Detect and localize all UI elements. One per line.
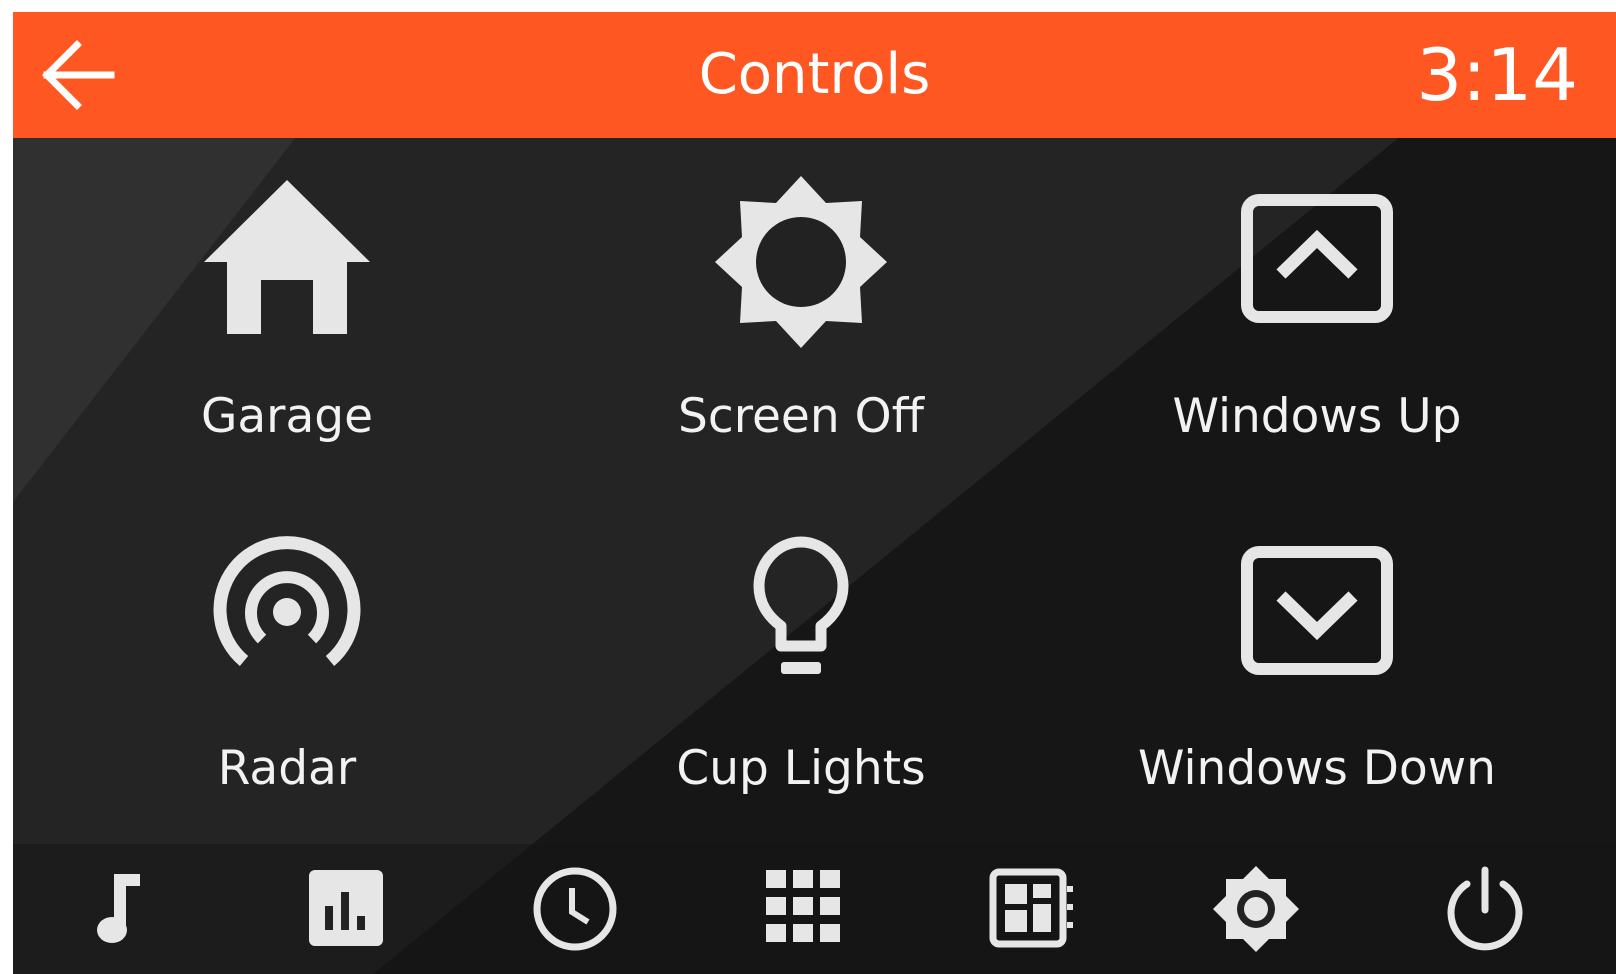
window-up-icon	[1241, 194, 1393, 323]
windows-up-button[interactable]: Windows Up	[1107, 144, 1527, 474]
nav-music-button[interactable]	[53, 844, 193, 974]
radar-button[interactable]: Radar	[77, 496, 497, 826]
lightbulb-icon	[753, 536, 849, 674]
nav-settings-button[interactable]	[1186, 844, 1326, 974]
app-screen: Controls 3:14 Garage Screen Off Windows …	[13, 12, 1616, 974]
window-down-icon	[1241, 546, 1393, 675]
screen-off-button[interactable]: Screen Off	[591, 144, 1011, 474]
windows-down-label: Windows Down	[1138, 741, 1496, 796]
windows-up-label: Windows Up	[1172, 389, 1462, 444]
dashboard-icon	[989, 868, 1073, 948]
cup-lights-label: Cup Lights	[676, 741, 926, 796]
brightness-icon	[715, 176, 887, 348]
nav-stats-button[interactable]	[276, 844, 416, 974]
radar-icon	[213, 536, 361, 666]
clock-icon	[533, 867, 617, 951]
clock-time: 3:14	[1416, 33, 1578, 117]
cup-lights-button[interactable]: Cup Lights	[591, 496, 1011, 826]
nav-clock-button[interactable]	[505, 844, 645, 974]
bar-chart-icon	[309, 870, 383, 946]
nav-power-button[interactable]	[1415, 844, 1555, 974]
music-note-icon	[97, 874, 140, 943]
home-icon	[204, 180, 370, 334]
power-icon	[1447, 866, 1523, 951]
screen-off-label: Screen Off	[678, 389, 924, 444]
windows-down-button[interactable]: Windows Down	[1107, 496, 1527, 826]
settings-icon	[1213, 866, 1299, 952]
nav-apps-button[interactable]	[733, 844, 873, 974]
radar-label: Radar	[217, 741, 357, 796]
garage-label: Garage	[200, 389, 374, 444]
page-title: Controls	[698, 42, 931, 107]
header-bar: Controls 3:14	[13, 12, 1616, 138]
garage-button[interactable]: Garage	[77, 144, 497, 474]
nav-dashboard-button[interactable]	[960, 844, 1100, 974]
app-grid-icon	[766, 870, 840, 942]
